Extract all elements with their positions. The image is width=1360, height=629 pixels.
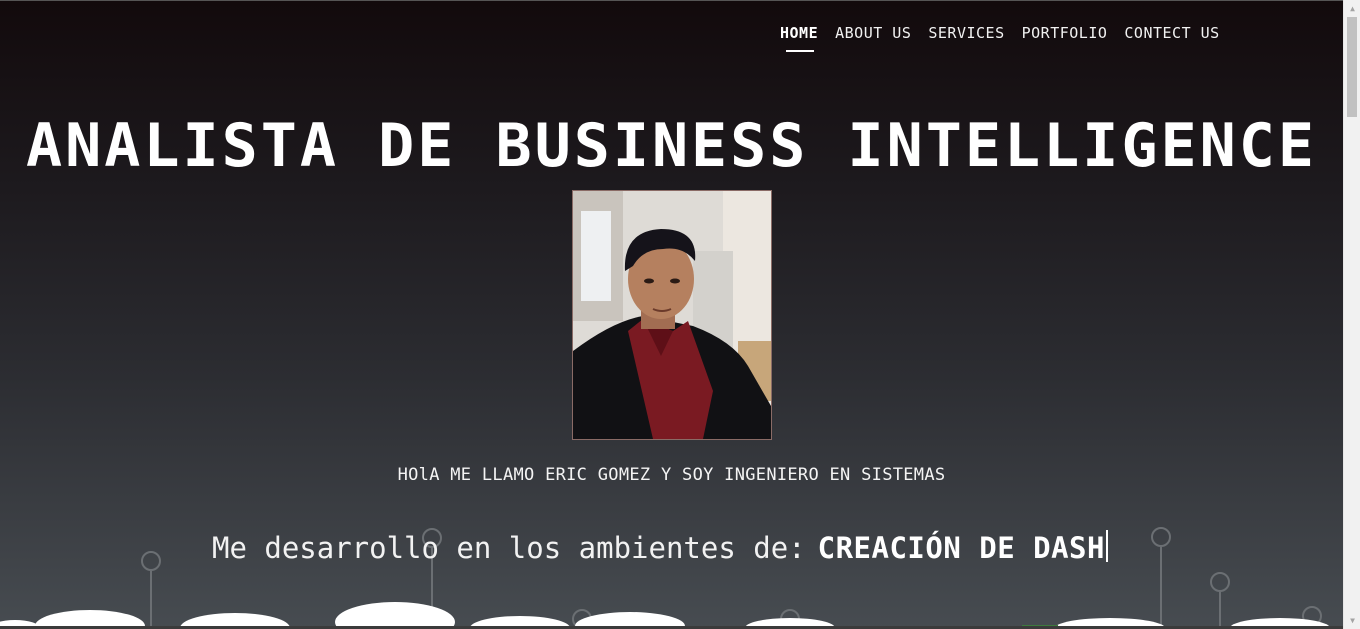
profile-photo-illustration (573, 191, 771, 439)
hero-section: HOME ABOUT US SERVICES PORTFOLIO CONTECT… (0, 0, 1343, 629)
main-nav: HOME ABOUT US SERVICES PORTFOLIO CONTECT… (780, 22, 1220, 52)
typing-caret (1105, 530, 1108, 562)
top-border (0, 0, 1343, 1)
nav-home[interactable]: HOME (780, 22, 818, 52)
vertical-scrollbar[interactable]: ▲ ▼ (1343, 0, 1360, 629)
tagline-prefix: Me desarrollo en los ambientes de: (212, 531, 806, 565)
nav-portfolio[interactable]: PORTFOLIO (1022, 22, 1108, 52)
nav-about-us[interactable]: ABOUT US (835, 22, 911, 52)
chevron-down-icon[interactable]: ▼ (1344, 612, 1360, 629)
profile-photo (572, 190, 772, 440)
nav-contact-us[interactable]: CONTECT US (1124, 22, 1219, 52)
chevron-up-icon[interactable]: ▲ (1344, 0, 1360, 17)
page-title: ANALISTA DE BUSINESS INTELLIGENCE (25, 111, 1318, 181)
tagline-typed-text: CREACIÓN DE DASH (817, 531, 1105, 565)
nav-services[interactable]: SERVICES (928, 22, 1004, 52)
scrollbar-thumb[interactable] (1347, 17, 1357, 117)
intro-text: HOlA ME LLAMO ERIC GOMEZ Y SOY INGENIERO… (397, 465, 946, 485)
tagline: Me desarrollo en los ambientes de: CREAC… (212, 526, 1108, 565)
